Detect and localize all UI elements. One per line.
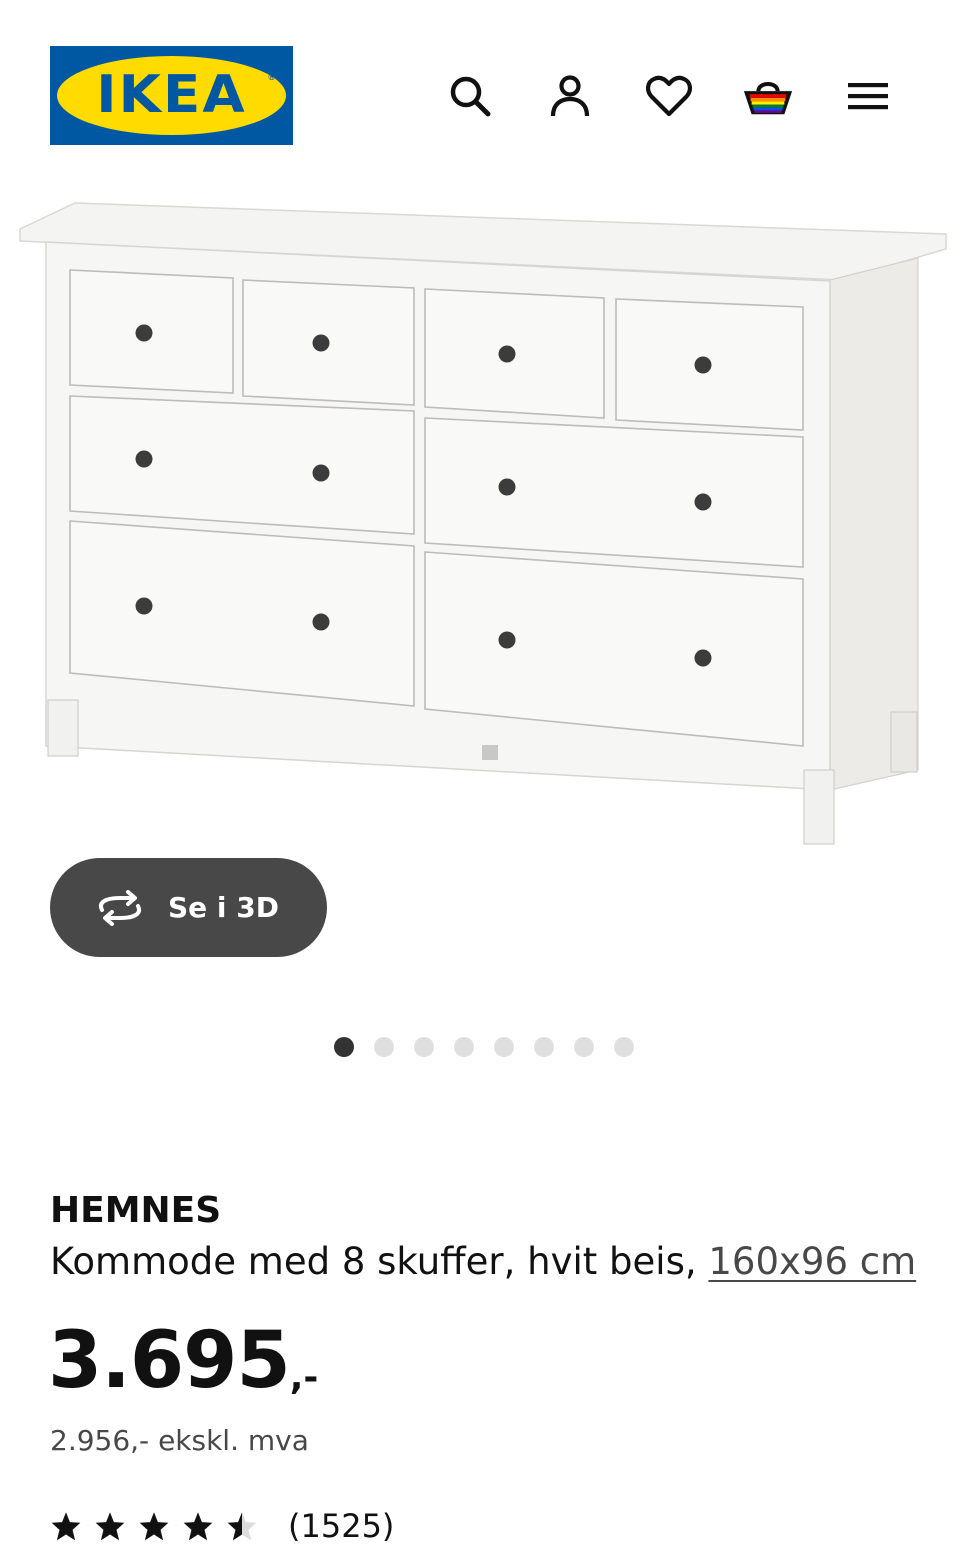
dresser-illustration [19,202,947,845]
product-image[interactable] [0,160,960,880]
star-full-icon [183,1512,213,1541]
site-header: IKEA ® [0,0,960,150]
gallery-dot[interactable] [494,1037,514,1057]
basket-button[interactable] [742,70,794,122]
product-dimensions-link[interactable]: 160x96 cm [708,1240,916,1283]
price-ex-vat: 2.956,- ekskl. mva [50,1424,309,1457]
rating-stars [50,1511,258,1541]
gallery-dot[interactable] [574,1037,594,1057]
star-full-icon [139,1512,169,1541]
gallery-dot[interactable] [454,1037,474,1057]
basket-icon [743,81,793,115]
price-amount: 3.695 [48,1316,291,1406]
gallery-dot[interactable] [374,1037,394,1057]
gallery-dot[interactable] [414,1037,434,1057]
menu-button[interactable] [842,70,894,122]
product-rating[interactable]: (1525) [50,1504,394,1548]
review-count: (1525) [288,1507,395,1545]
product-description-text: Kommode med 8 skuffer, hvit beis, [50,1240,709,1283]
product-description: Kommode med 8 skuffer, hvit beis, 160x96… [50,1240,916,1283]
price-suffix: ,- [289,1357,319,1398]
hamburger-menu-icon [848,83,888,110]
gallery-pagination [334,1037,634,1057]
logo-wordmark: IKEA [96,65,247,125]
ikea-logo[interactable]: IKEA ® [50,46,293,145]
logo-registered-mark: ® [268,72,275,82]
product-name: HEMNES [50,1190,222,1231]
heart-icon [646,75,692,117]
star-full-icon [51,1512,81,1541]
star-full-icon [95,1512,125,1541]
gallery-dot[interactable] [534,1037,554,1057]
view-in-3d-label: Se i 3D [168,891,279,924]
favourites-button[interactable] [643,70,695,122]
gallery-dot[interactable] [334,1037,354,1057]
rotate-3d-icon [94,888,146,928]
view-in-3d-button[interactable]: Se i 3D [50,858,327,957]
account-icon [550,75,590,117]
search-button[interactable] [444,70,496,122]
gallery-dot[interactable] [614,1037,634,1057]
search-icon [450,76,491,117]
product-price: 3.695 ,- [48,1322,318,1400]
account-button[interactable] [544,70,596,122]
star-half-icon [227,1512,257,1541]
